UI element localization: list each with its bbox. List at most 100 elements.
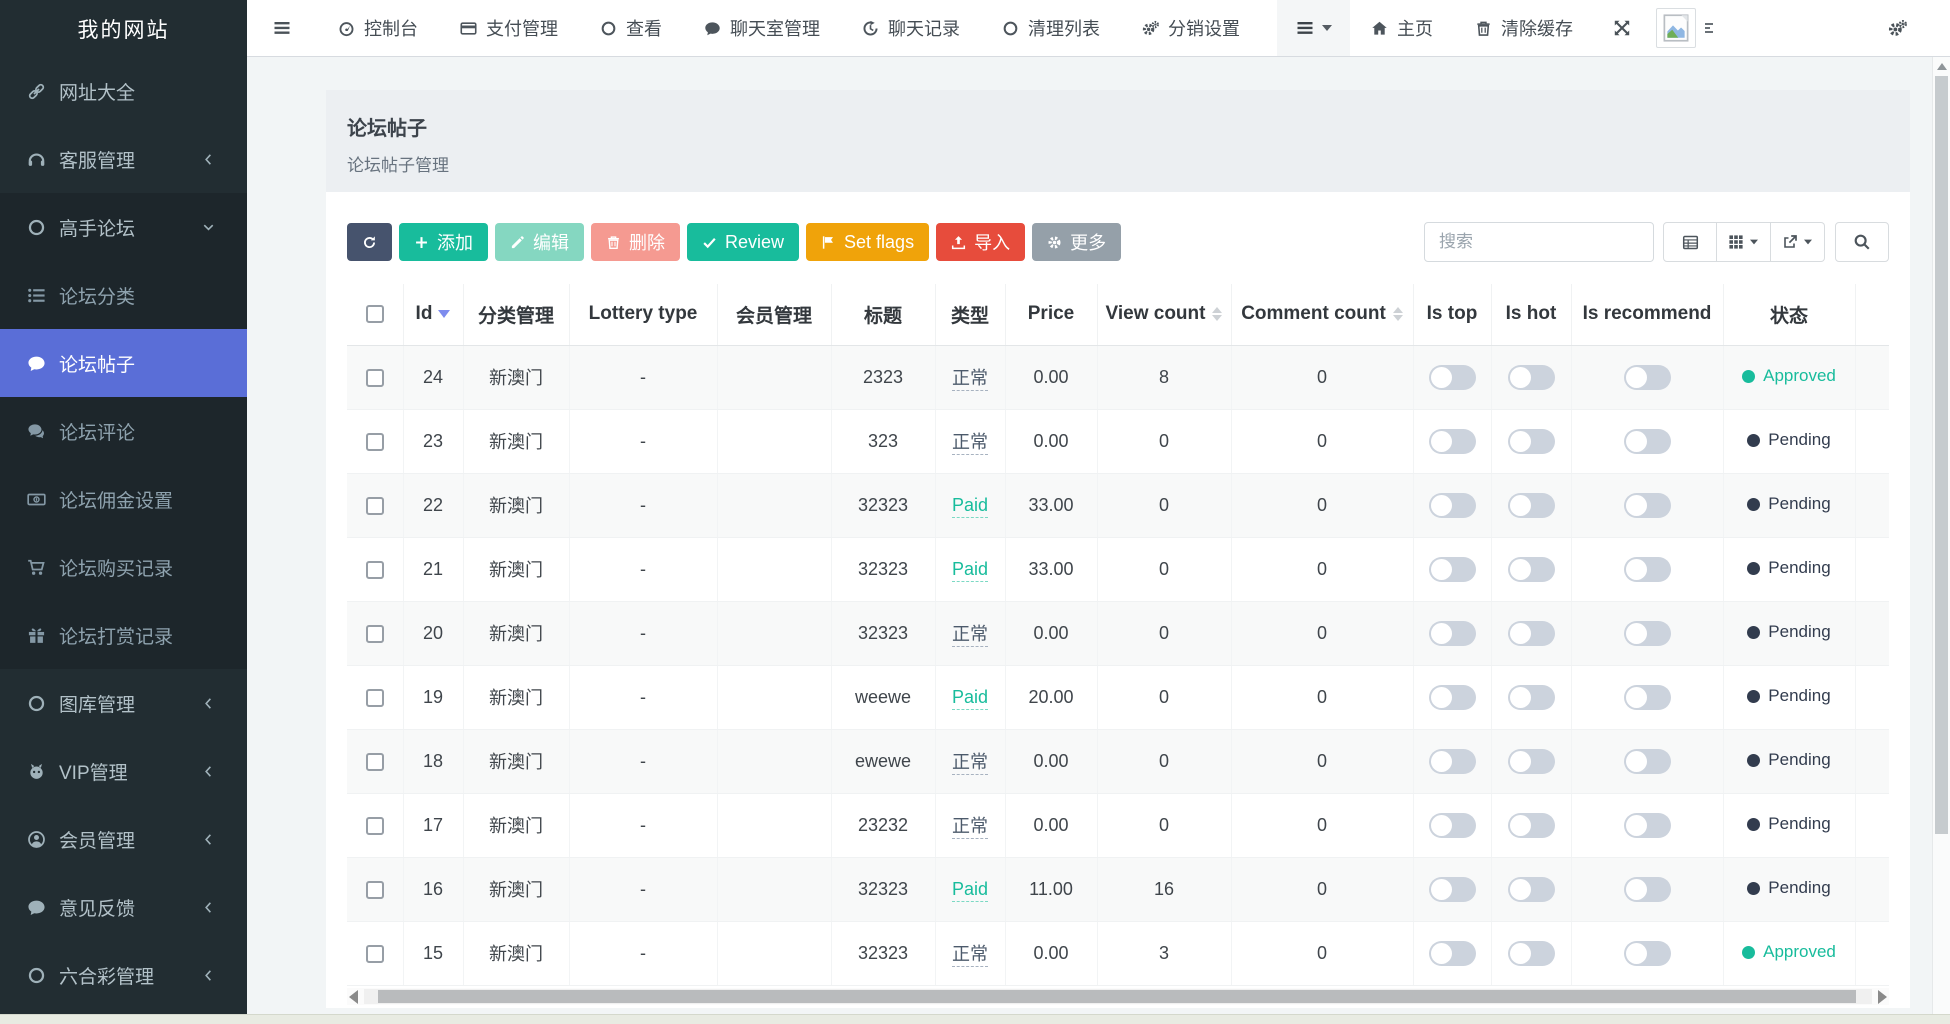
table-row[interactable]: 20新澳门-32323正常0.0000Pending xyxy=(347,601,1889,665)
add-button[interactable]: 添加 xyxy=(399,223,488,261)
is-hot-toggle[interactable] xyxy=(1508,685,1555,710)
sidebar-item-forum-posts[interactable]: 论坛帖子 xyxy=(0,329,247,397)
type-label[interactable]: 正常 xyxy=(952,368,988,391)
column-header-price[interactable]: Price xyxy=(1005,284,1097,345)
row-checkbox[interactable] xyxy=(366,881,384,899)
column-header-status[interactable]: 状态 xyxy=(1723,284,1855,345)
scroll-left-arrow[interactable] xyxy=(349,990,358,1004)
is-recommend-toggle[interactable] xyxy=(1624,621,1671,646)
type-label[interactable]: 正常 xyxy=(952,944,988,967)
table-row[interactable]: 22新澳门-32323Paid33.0000Pending xyxy=(347,473,1889,537)
nav-item-home[interactable]: 主页 xyxy=(1350,0,1454,56)
horizontal-scroll-thumb[interactable] xyxy=(378,990,1856,1003)
is-hot-toggle[interactable] xyxy=(1508,557,1555,582)
sidebar-item-forum-purchases[interactable]: 论坛购买记录 xyxy=(0,533,247,601)
sidebar-item-members[interactable]: 会员管理 xyxy=(0,805,247,873)
edit-button[interactable]: 编辑 xyxy=(495,223,584,261)
is-hot-toggle[interactable] xyxy=(1508,877,1555,902)
row-checkbox[interactable] xyxy=(366,753,384,771)
is-hot-toggle[interactable] xyxy=(1508,365,1555,390)
type-label[interactable]: Paid xyxy=(952,687,988,710)
row-checkbox[interactable] xyxy=(366,433,384,451)
is-hot-toggle[interactable] xyxy=(1508,813,1555,838)
sidebar-item-lottery[interactable]: 六合彩管理 xyxy=(0,941,247,1009)
is-hot-toggle[interactable] xyxy=(1508,429,1555,454)
user-avatar[interactable] xyxy=(1656,8,1696,48)
nav-item-chat-logs[interactable]: 聊天记录 xyxy=(841,0,981,56)
is-recommend-toggle[interactable] xyxy=(1624,877,1671,902)
table-row[interactable]: 18新澳门-ewewe正常0.0000Pending xyxy=(347,729,1889,793)
export-dropdown-button[interactable] xyxy=(1771,222,1825,262)
set-flags-button[interactable]: Set flags xyxy=(806,223,929,261)
is-hot-toggle[interactable] xyxy=(1508,941,1555,966)
sidebar-item-expert-forum[interactable]: 高手论坛 xyxy=(0,193,247,261)
is-hot-toggle[interactable] xyxy=(1508,749,1555,774)
table-row[interactable]: 17新澳门-23232正常0.0000Pending xyxy=(347,793,1889,857)
tabs-overflow-dropdown[interactable] xyxy=(1277,0,1350,56)
row-checkbox[interactable] xyxy=(366,689,384,707)
is-top-toggle[interactable] xyxy=(1429,621,1476,646)
select-all-checkbox[interactable] xyxy=(366,305,384,323)
sidebar-item-forum-commission[interactable]: 论坛佣金设置 xyxy=(0,465,247,533)
sidebar-item-customer-service[interactable]: 客服管理 xyxy=(0,125,247,193)
is-recommend-toggle[interactable] xyxy=(1624,749,1671,774)
sidebar-toggle-button[interactable] xyxy=(247,18,317,38)
nav-item-clear-cache[interactable]: 清除缓存 xyxy=(1454,0,1594,56)
is-top-toggle[interactable] xyxy=(1429,685,1476,710)
is-top-toggle[interactable] xyxy=(1429,429,1476,454)
column-header-member[interactable]: 会员管理 xyxy=(717,284,831,345)
nav-item-chatroom[interactable]: 聊天室管理 xyxy=(683,0,841,56)
type-label[interactable]: Paid xyxy=(952,879,988,902)
column-header-lottery_type[interactable]: Lottery type xyxy=(569,284,717,345)
table-row[interactable]: 23新澳门-323正常0.0000Pending xyxy=(347,409,1889,473)
is-top-toggle[interactable] xyxy=(1429,813,1476,838)
sidebar-item-vip[interactable]: VIP管理 xyxy=(0,737,247,805)
is-recommend-toggle[interactable] xyxy=(1624,685,1671,710)
review-button[interactable]: Review xyxy=(687,223,799,261)
is-hot-toggle[interactable] xyxy=(1508,493,1555,518)
sidebar-item-forum-category[interactable]: 论坛分类 xyxy=(0,261,247,329)
more-button[interactable]: 更多 xyxy=(1032,223,1121,261)
toggle-view-button[interactable] xyxy=(1663,222,1717,262)
column-header-title[interactable]: 标题 xyxy=(831,284,935,345)
columns-dropdown-button[interactable] xyxy=(1717,222,1771,262)
column-header-is_hot[interactable]: Is hot xyxy=(1491,284,1571,345)
sidebar-item-url-nav[interactable]: 网址大全 xyxy=(0,57,247,125)
type-label[interactable]: 正常 xyxy=(952,432,988,455)
sidebar-item-feedback[interactable]: 意见反馈 xyxy=(0,873,247,941)
is-top-toggle[interactable] xyxy=(1429,941,1476,966)
settings-gear-button[interactable] xyxy=(1869,19,1926,38)
is-top-toggle[interactable] xyxy=(1429,365,1476,390)
search-input[interactable] xyxy=(1424,222,1654,262)
is-hot-toggle[interactable] xyxy=(1508,621,1555,646)
is-recommend-toggle[interactable] xyxy=(1624,557,1671,582)
table-row[interactable]: 19新澳门-weewePaid20.0000Pending xyxy=(347,665,1889,729)
horizontal-scrollbar[interactable] xyxy=(347,988,1889,1005)
is-top-toggle[interactable] xyxy=(1429,493,1476,518)
type-label[interactable]: 正常 xyxy=(952,752,988,775)
column-header-type[interactable]: 类型 xyxy=(935,284,1005,345)
type-label[interactable]: 正常 xyxy=(952,816,988,839)
search-button[interactable] xyxy=(1835,222,1889,262)
nav-item-dashboard[interactable]: 控制台 xyxy=(317,0,439,56)
scroll-up-arrow[interactable] xyxy=(1937,63,1947,70)
nav-item-cleanup-list[interactable]: 清理列表 xyxy=(981,0,1121,56)
is-top-toggle[interactable] xyxy=(1429,877,1476,902)
is-top-toggle[interactable] xyxy=(1429,557,1476,582)
column-header-view_count[interactable]: View count xyxy=(1097,284,1231,345)
table-row[interactable]: 24新澳门-2323正常0.0080Approved xyxy=(347,345,1889,409)
type-label[interactable]: Paid xyxy=(952,495,988,518)
scroll-right-arrow[interactable] xyxy=(1878,990,1887,1004)
sidebar-item-forum-comments[interactable]: 论坛评论 xyxy=(0,397,247,465)
row-checkbox[interactable] xyxy=(366,497,384,515)
column-header-is_top[interactable]: Is top xyxy=(1413,284,1491,345)
row-checkbox[interactable] xyxy=(366,625,384,643)
type-label[interactable]: 正常 xyxy=(952,624,988,647)
horizontal-scroll-track[interactable] xyxy=(364,989,1872,1004)
is-recommend-toggle[interactable] xyxy=(1624,941,1671,966)
row-checkbox[interactable] xyxy=(366,945,384,963)
column-header-comment_count[interactable]: Comment count xyxy=(1231,284,1413,345)
is-top-toggle[interactable] xyxy=(1429,749,1476,774)
nav-item-distribution[interactable]: 分销设置 xyxy=(1121,0,1261,56)
row-checkbox[interactable] xyxy=(366,817,384,835)
